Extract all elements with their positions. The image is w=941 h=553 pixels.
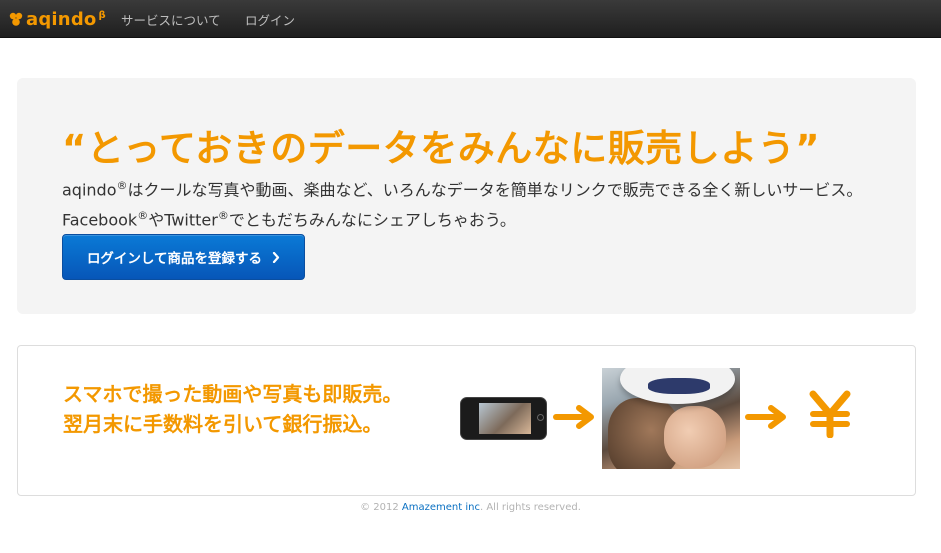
hero-panel: “とっておきのデータをみんなに販売しよう” aqindo®はクールな写真や動画、… [17, 78, 916, 314]
feature-panel: スマホで撮った動画や写真も即販売。 翌月末に手数料を引いて銀行振込。 [17, 345, 916, 496]
login-register-product-button[interactable]: ログインして商品を登録する [62, 234, 305, 280]
aqindo-logo-icon [9, 12, 23, 26]
desc-brand: aqindo [62, 180, 117, 200]
desc-text-3: でともだちみんなにシェアしちゃおう。 [228, 210, 516, 230]
registered-mark: ® [137, 209, 149, 223]
smartphone-icon [460, 397, 547, 440]
phone-screen-thumbnail [479, 403, 531, 434]
hero-title: “とっておきのデータをみんなに販売しよう” [62, 127, 821, 170]
registered-mark: ® [217, 209, 229, 223]
brand-logo-link[interactable]: aqindo β [8, 6, 106, 32]
chevron-right-icon [272, 251, 280, 263]
sample-photo [602, 368, 740, 469]
yen-icon [809, 390, 851, 438]
feature-line-2: 翌月末に手数料を引いて銀行振込。 [63, 412, 383, 436]
phone-home-button [537, 414, 544, 421]
arrow-right-icon [745, 405, 786, 429]
footer-rights: . All rights reserved. [479, 502, 581, 513]
company-link[interactable]: Amazement inc [402, 502, 480, 513]
nav-link-login[interactable]: ログイン [245, 10, 295, 29]
footer-copyright-prefix: © 2012 [360, 502, 402, 513]
top-navbar: aqindo β サービスについて ログイン [0, 0, 941, 38]
brand-name: aqindo [26, 8, 97, 30]
cta-label: ログインして商品を登録する [86, 251, 263, 267]
hero-description: aqindo®はクールな写真や動画、楽曲など、いろんなデータを簡単なリンクで販売… [62, 173, 892, 234]
registered-mark: ® [116, 179, 128, 192]
nav-link-about-service[interactable]: サービスについて [121, 10, 221, 29]
brand-beta-mark: β [98, 9, 106, 21]
photo-hat-band [648, 378, 710, 394]
photo-face [664, 406, 726, 468]
feature-text: スマホで撮った動画や写真も即販売。 翌月末に手数料を引いて銀行振込。 [63, 379, 402, 439]
feature-line-1: スマホで撮った動画や写真も即販売。 [63, 382, 403, 406]
arrow-right-icon [553, 405, 594, 429]
footer: © 2012 Amazement inc. All rights reserve… [0, 502, 941, 513]
desc-text-2: やTwitter [148, 210, 218, 230]
